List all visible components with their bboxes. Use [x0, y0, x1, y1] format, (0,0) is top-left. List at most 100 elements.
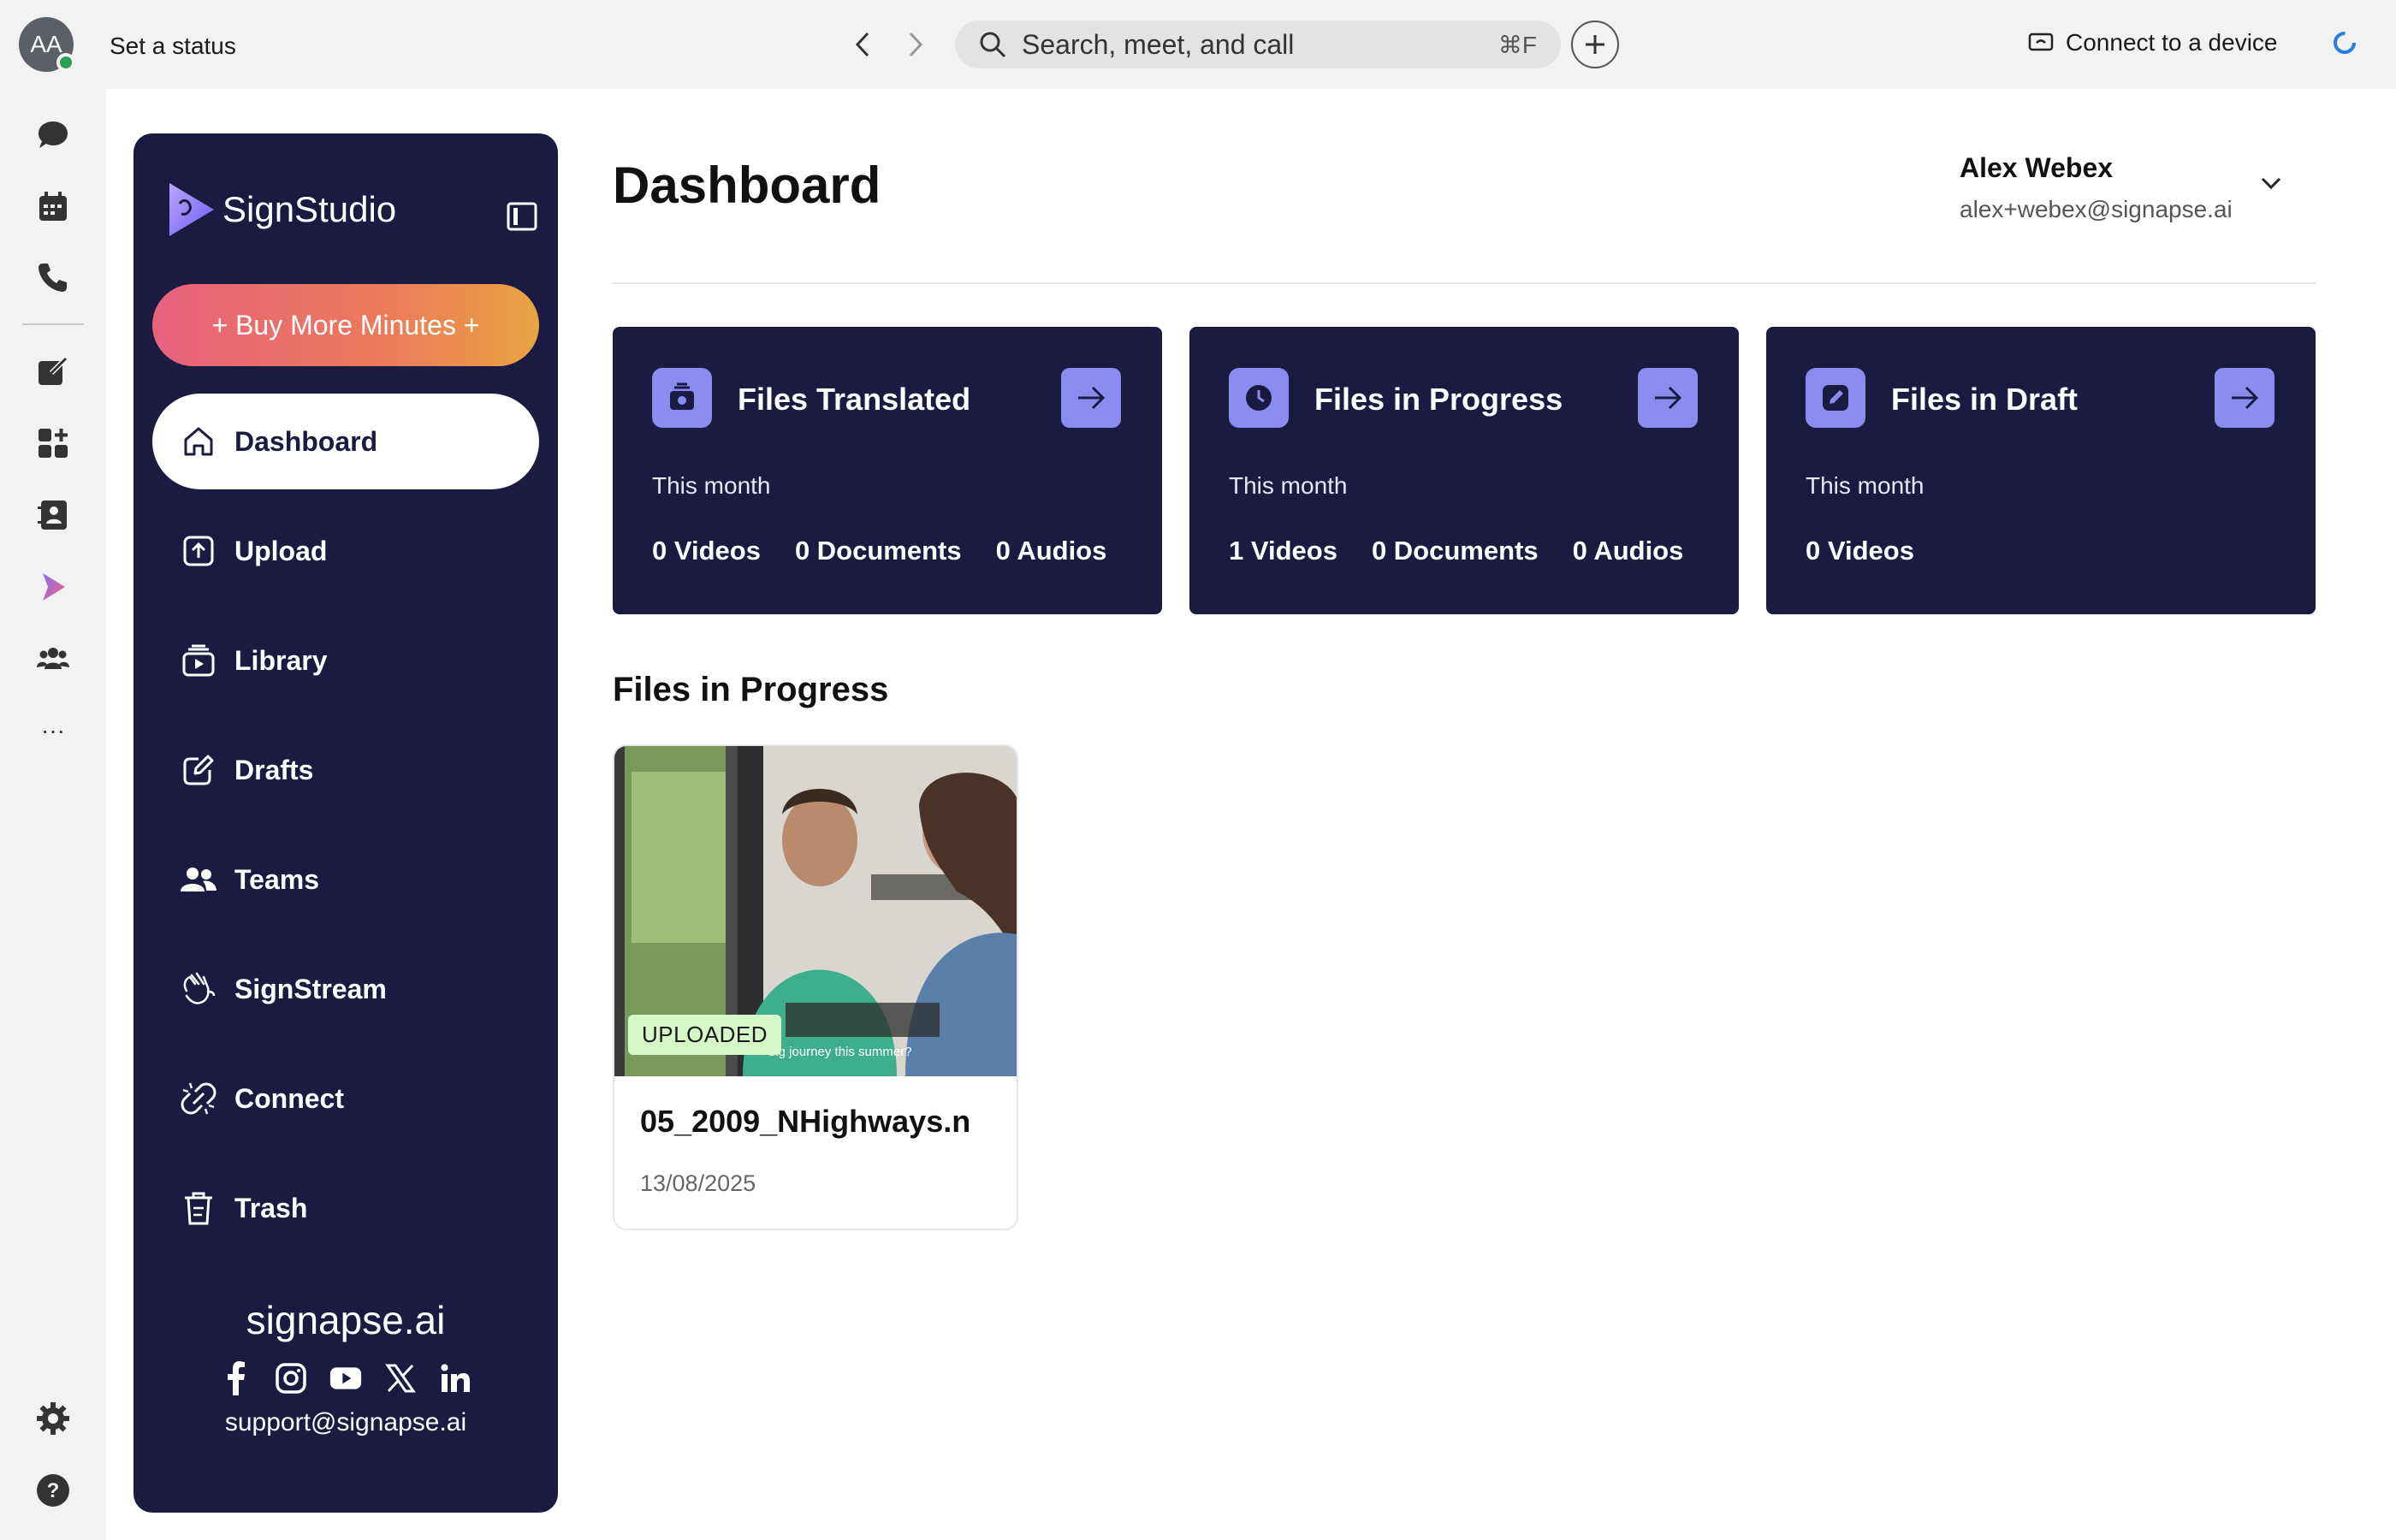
brand-name: SignStudio: [222, 189, 397, 229]
device-icon: [2028, 33, 2054, 51]
signstream-icon: [180, 970, 217, 1008]
upload-icon: [180, 532, 217, 570]
rail-divider: [22, 323, 84, 325]
drafts-icon: [180, 751, 217, 789]
user-menu[interactable]: Alex Webex alex+webex@signapse.ai: [1960, 152, 2233, 223]
user-email: alex+webex@signapse.ai: [1960, 196, 2233, 222]
videos-count: 0 Videos: [652, 536, 761, 566]
top-bar: AA Set a status Search, meet, and call ⌘…: [0, 0, 2396, 89]
sidebar-item-label: Connect: [234, 1082, 344, 1114]
stat-card-period: This month: [652, 472, 771, 499]
stat-card-files-in-draft[interactable]: Files in Draft This month 0 Videos: [1766, 327, 2316, 614]
connect-icon: [180, 1080, 217, 1117]
support-email[interactable]: support@signapse.ai: [133, 1408, 558, 1437]
chat-icon[interactable]: [33, 115, 74, 156]
sync-status-icon: [2334, 32, 2356, 54]
stat-card-period: This month: [1806, 472, 1925, 499]
sidebar-item-connect[interactable]: Connect: [152, 1051, 539, 1146]
brand-logo[interactable]: SignStudio: [166, 181, 396, 238]
avatar-initials: AA: [30, 31, 62, 57]
sidebar-item-label: Trash: [234, 1192, 308, 1223]
phone-icon[interactable]: [33, 257, 74, 298]
compose-icon[interactable]: [33, 351, 74, 392]
stat-card-period: This month: [1229, 472, 1348, 499]
draft-edit-icon: [1806, 368, 1865, 428]
stat-card-counts: 0 Videos 0 Documents 0 Audios: [652, 536, 1106, 566]
teams-icon: [180, 861, 217, 898]
audios-count: 0 Audios: [1572, 536, 1684, 566]
stat-card-title: Files Translated: [738, 382, 971, 417]
buy-more-minutes-button[interactable]: + Buy More Minutes +: [152, 284, 539, 366]
connect-device-label: Connect to a device: [2066, 29, 2278, 56]
videos-count: 1 Videos: [1229, 536, 1337, 566]
help-icon[interactable]: ?: [33, 1470, 74, 1511]
stat-card-title: Files in Progress: [1314, 382, 1563, 417]
signapse-site[interactable]: signapse.ai: [133, 1297, 558, 1343]
signstudio-icon[interactable]: [33, 566, 74, 607]
header-divider: [613, 282, 2316, 284]
arrow-right-icon[interactable]: [1638, 368, 1698, 428]
forward-button[interactable]: [898, 24, 933, 65]
instagram-icon[interactable]: [275, 1362, 307, 1395]
sidebar-item-library[interactable]: Library: [152, 613, 539, 708]
page-title: Dashboard: [613, 157, 881, 214]
sidebar-item-trash[interactable]: Trash: [152, 1160, 539, 1256]
set-status-link[interactable]: Set a status: [110, 33, 236, 60]
sidebar-item-label: Dashboard: [234, 425, 378, 457]
thumbnail-caption: big journey this summer?: [768, 1045, 912, 1059]
stat-card-title: Files in Draft: [1891, 382, 2079, 417]
sidebar-item-label: SignStream: [234, 973, 387, 1004]
facebook-icon[interactable]: [220, 1361, 252, 1395]
videos-count: 0 Videos: [1806, 536, 1914, 566]
library-icon: [180, 642, 217, 679]
arrow-right-icon[interactable]: [1061, 368, 1121, 428]
sidebar-item-drafts[interactable]: Drafts: [152, 722, 539, 818]
calendar-icon[interactable]: [33, 187, 74, 228]
file-name[interactable]: 05_2009_NHighways.n: [640, 1104, 1008, 1140]
stat-card-files-translated[interactable]: Files Translated This month 0 Videos 0 D…: [613, 327, 1162, 614]
new-button[interactable]: [1571, 21, 1619, 68]
chevron-left-icon: [855, 32, 869, 57]
sidebar-item-upload[interactable]: Upload: [152, 503, 539, 599]
x-icon[interactable]: [384, 1362, 417, 1395]
signstudio-logo-icon: [169, 183, 214, 236]
file-card[interactable]: big journey this summer? UPLOADED 05_200…: [613, 744, 1018, 1230]
back-button[interactable]: [845, 24, 880, 65]
status-badge: UPLOADED: [628, 1015, 782, 1055]
audios-count: 0 Audios: [995, 536, 1107, 566]
sidebar-item-label: Drafts: [234, 754, 314, 785]
search-placeholder: Search, meet, and call: [1022, 28, 1295, 60]
settings-gear-icon[interactable]: [33, 1398, 74, 1439]
search-input[interactable]: Search, meet, and call ⌘F: [955, 21, 1561, 68]
avatar[interactable]: AA: [19, 17, 75, 72]
sidebar-item-dashboard[interactable]: Dashboard: [152, 394, 539, 489]
contacts-icon[interactable]: [33, 495, 74, 536]
apps-icon[interactable]: [33, 423, 74, 464]
stat-card-files-in-progress[interactable]: Files in Progress This month 1 Videos 0 …: [1189, 327, 1739, 614]
presence-indicator: [56, 53, 75, 72]
chevron-right-icon: [909, 32, 923, 57]
youtube-icon[interactable]: [329, 1362, 362, 1395]
connect-device-button[interactable]: Connect to a device: [2028, 29, 2278, 56]
sidebar-item-label: Library: [234, 644, 328, 676]
sidebar-item-label: Teams: [234, 863, 320, 895]
home-icon: [180, 423, 217, 460]
svg-text:?: ?: [47, 1479, 60, 1502]
sidebar-item-teams[interactable]: Teams: [152, 832, 539, 927]
trash-icon: [180, 1189, 217, 1227]
user-name: Alex Webex: [1960, 152, 2114, 183]
sidebar-footer: signapse.ai support@signapse.ai: [133, 1297, 558, 1437]
sidebar-item-signstream[interactable]: SignStream: [152, 941, 539, 1037]
search-icon: [980, 32, 1006, 58]
arrow-right-icon[interactable]: [2215, 368, 2274, 428]
stat-card-counts: 1 Videos 0 Documents 0 Audios: [1229, 536, 1683, 566]
people-icon[interactable]: [33, 638, 74, 679]
documents-count: 0 Documents: [1371, 536, 1539, 566]
linkedin-icon[interactable]: [439, 1362, 471, 1395]
section-title-files-in-progress: Files in Progress: [613, 671, 889, 708]
file-date: 13/08/2025: [640, 1170, 756, 1196]
sidebar-collapse-icon[interactable]: [507, 202, 537, 235]
more-icon[interactable]: ···: [33, 710, 74, 751]
search-shortcut: ⌘F: [1498, 31, 1537, 58]
chevron-down-icon[interactable]: [2259, 175, 2283, 196]
